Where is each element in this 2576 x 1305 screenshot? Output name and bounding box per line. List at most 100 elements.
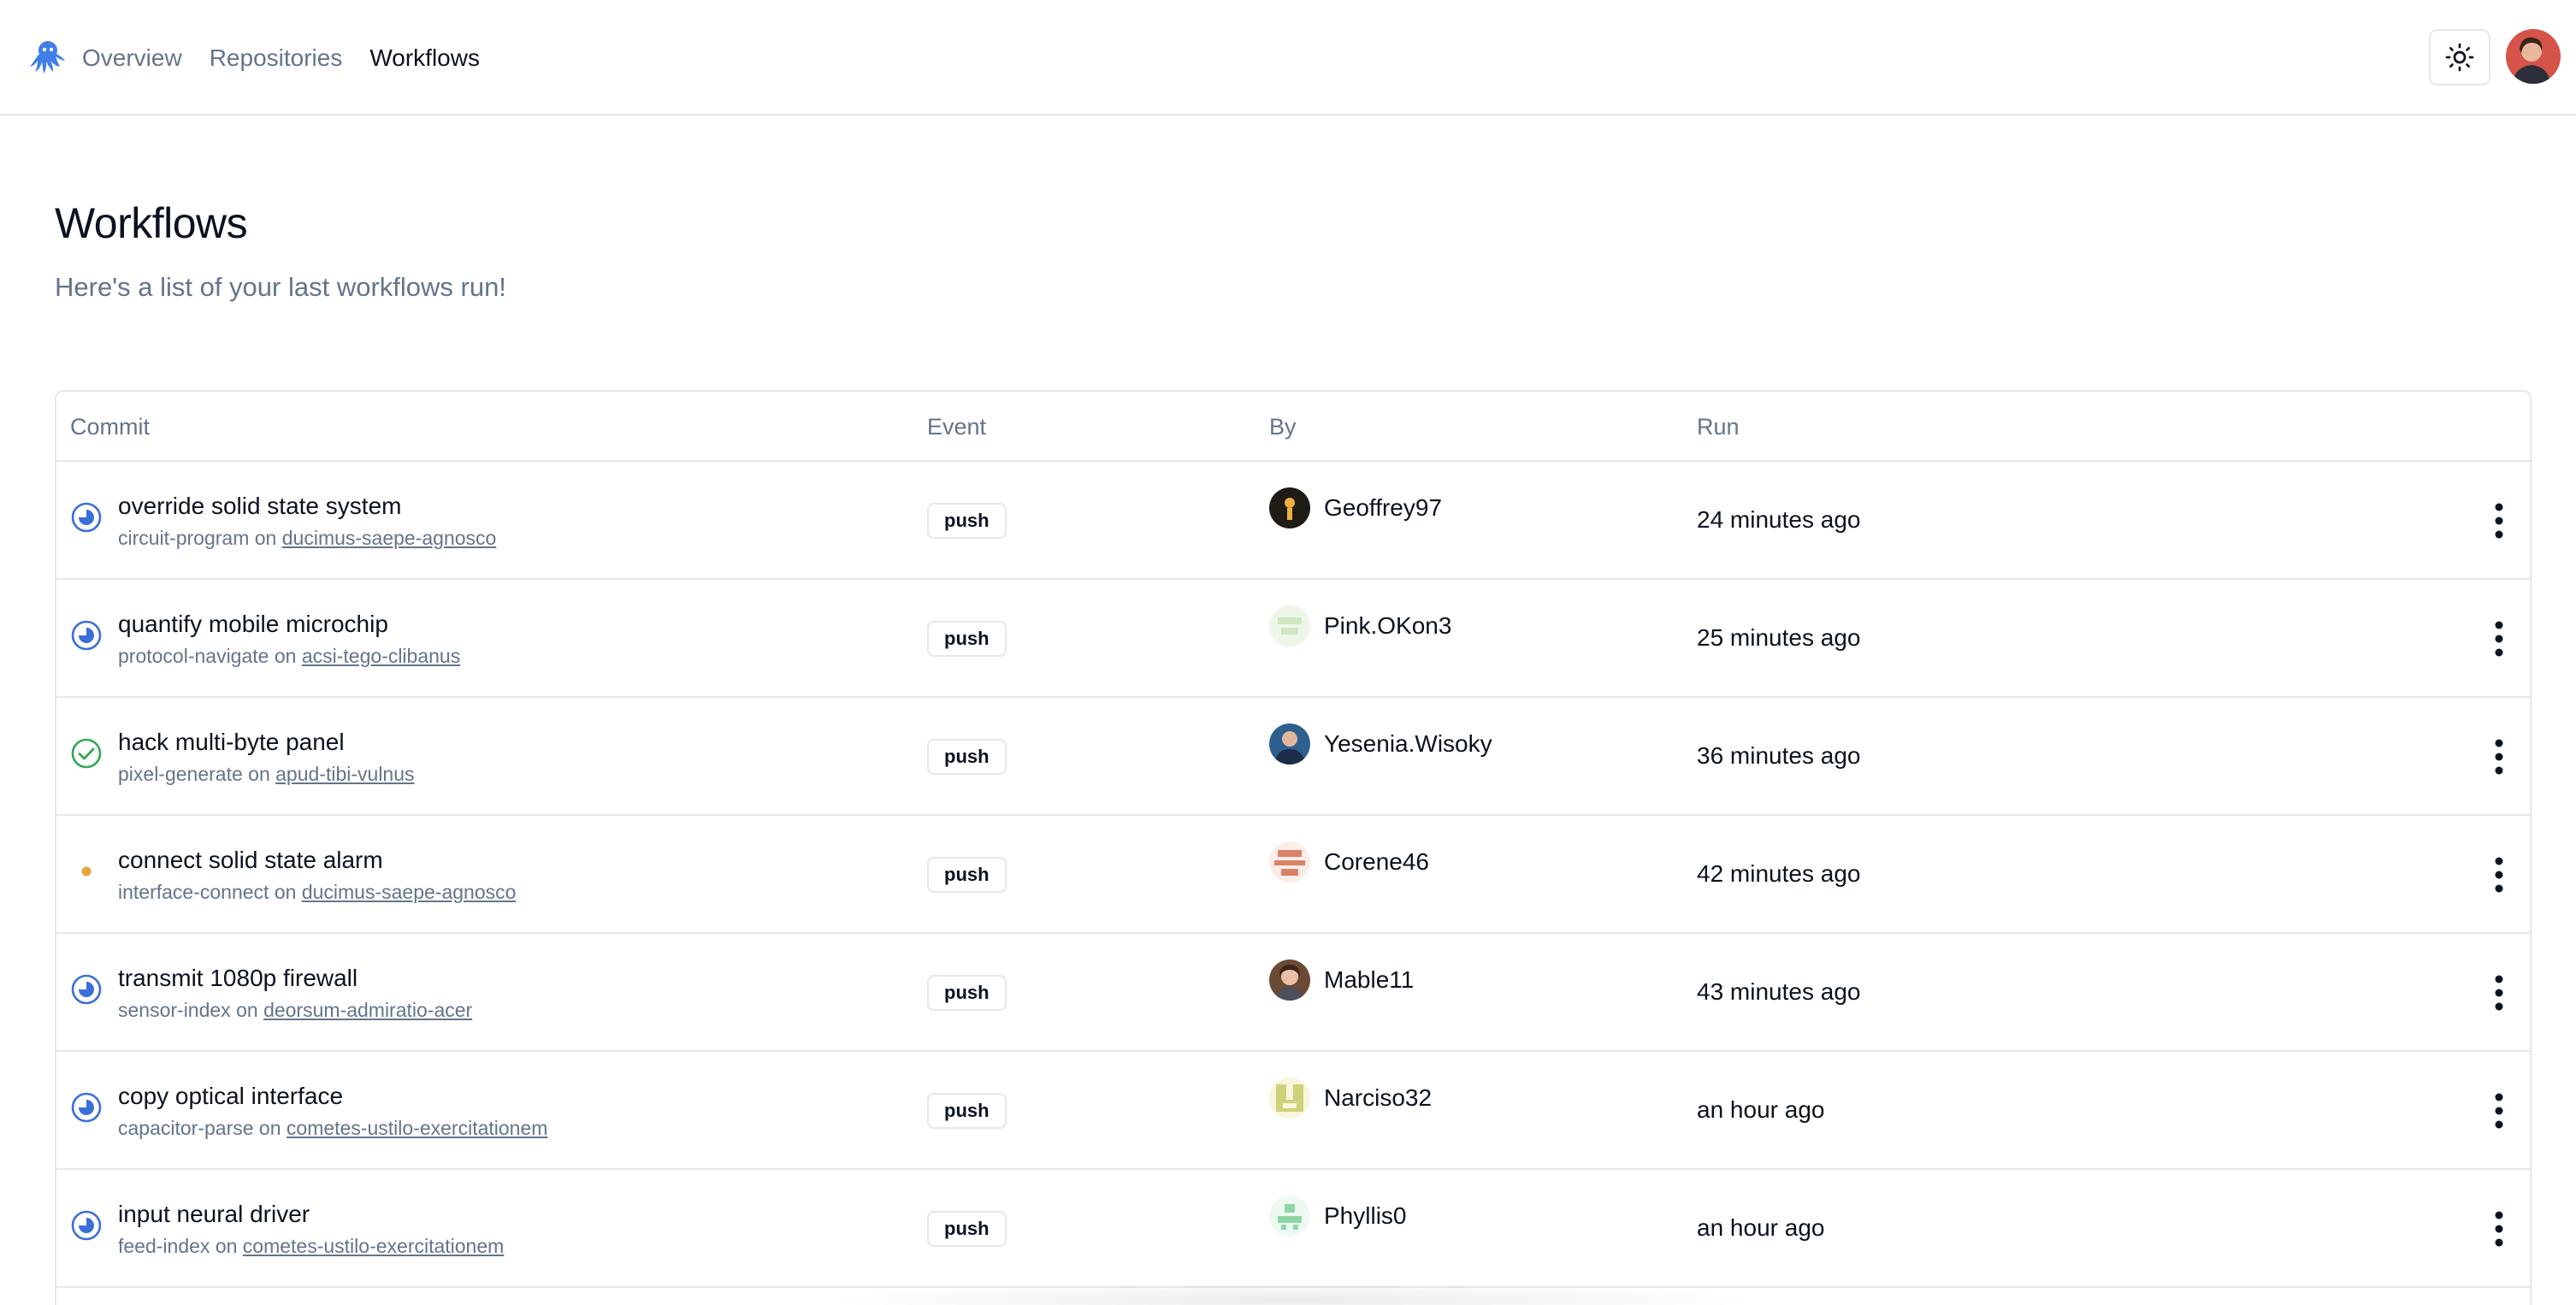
branch-name: protocol-navigate <box>118 645 269 667</box>
author-name: Narciso32 <box>1324 1084 1433 1111</box>
commit-on-label: on <box>274 645 297 667</box>
status-icon <box>70 501 103 534</box>
status-in-progress-icon <box>71 502 102 533</box>
commit-on-label: on <box>248 763 270 785</box>
run-time: 42 minutes ago <box>1697 860 1861 887</box>
user-avatar[interactable] <box>2506 29 2561 84</box>
column-header-by: By <box>1269 414 1297 440</box>
status-queued-icon <box>81 866 92 877</box>
commit-title[interactable]: override solid state system <box>118 493 401 520</box>
commit-on-label: on <box>215 1235 238 1257</box>
table-row[interactable]: connect solid state alarm interface-conn… <box>56 816 2530 934</box>
author-avatar <box>1269 960 1310 1001</box>
author-name: Geoffrey97 <box>1324 494 1443 521</box>
commit-meta: interface-connect on ducimus-saepe-agnos… <box>118 881 516 904</box>
author-avatar <box>1269 1078 1310 1119</box>
commit-title[interactable]: connect solid state alarm <box>118 847 383 874</box>
workflows-table: Commit Event By Run override solid state… <box>55 390 2532 1305</box>
author-avatar <box>1269 605 1310 647</box>
commit-meta: feed-index on cometes-ustilo-exercitatio… <box>118 1235 504 1258</box>
commit-on-label: on <box>254 527 277 549</box>
status-success-icon <box>71 738 102 769</box>
branch-name: circuit-program <box>118 527 250 549</box>
main-nav: Overview Repositories Workflows <box>82 0 480 115</box>
commit-title[interactable]: input neural driver <box>118 1201 310 1228</box>
commit-meta: capacitor-parse on cometes-ustilo-exerci… <box>118 1117 547 1140</box>
status-icon <box>70 973 103 1006</box>
branch-name: feed-index <box>118 1235 210 1257</box>
event-badge: push <box>927 503 1007 539</box>
commit-on-label: on <box>274 881 297 903</box>
commit-title[interactable]: quantify mobile microchip <box>118 611 388 638</box>
author-avatar <box>1269 1196 1310 1237</box>
table-body: override solid state system circuit-prog… <box>56 462 2530 1288</box>
table-row[interactable]: hack multi-byte panel pixel-generate on … <box>56 698 2530 816</box>
branch-name: capacitor-parse <box>118 1117 254 1139</box>
more-vertical-icon <box>2495 857 2503 893</box>
repo-link[interactable]: apud-tibi-vulnus <box>275 763 414 785</box>
row-menu-button[interactable] <box>2482 850 2516 900</box>
table-row[interactable]: copy optical interface capacitor-parse o… <box>56 1052 2530 1170</box>
nav-workflows[interactable]: Workflows <box>369 44 480 72</box>
event-badge: push <box>927 621 1007 657</box>
column-header-event: Event <box>927 414 987 440</box>
status-icon <box>70 855 103 888</box>
repo-link[interactable]: cometes-ustilo-exercitationem <box>287 1117 548 1139</box>
column-header-commit: Commit <box>70 414 150 440</box>
author-avatar <box>1269 487 1310 528</box>
branch-name: sensor-index <box>118 999 231 1021</box>
run-time: 36 minutes ago <box>1697 742 1861 769</box>
repo-link[interactable]: acsi-tego-clibanus <box>302 645 460 667</box>
octopus-logo-icon[interactable] <box>27 38 67 77</box>
run-time: 25 minutes ago <box>1697 624 1861 651</box>
repo-link[interactable]: ducimus-saepe-agnosco <box>302 881 517 903</box>
row-menu-button[interactable] <box>2482 968 2516 1018</box>
row-menu-button[interactable] <box>2482 614 2516 664</box>
status-icon <box>70 619 103 652</box>
commit-title[interactable]: hack multi-byte panel <box>118 729 345 756</box>
run-time: an hour ago <box>1697 1096 1825 1123</box>
repo-link[interactable]: ducimus-saepe-agnosco <box>282 527 497 549</box>
page-subtitle: Here's a list of your last workflows run… <box>55 272 506 302</box>
table-row[interactable]: transmit 1080p firewall sensor-index on … <box>56 934 2530 1052</box>
author-name: Mable11 <box>1324 966 1415 993</box>
repo-link[interactable]: deorsum-admiratio-acer <box>263 999 472 1021</box>
commit-meta: protocol-navigate on acsi-tego-clibanus <box>118 645 460 668</box>
table-header: Commit Event By Run <box>56 392 2530 462</box>
commit-title[interactable]: transmit 1080p firewall <box>118 965 357 992</box>
author-avatar <box>1269 841 1310 883</box>
event-badge: push <box>927 857 1007 893</box>
row-menu-button[interactable] <box>2482 732 2516 782</box>
more-vertical-icon <box>2495 503 2503 539</box>
table-row[interactable]: input neural driver feed-index on comete… <box>56 1170 2530 1288</box>
commit-title[interactable]: copy optical interface <box>118 1083 343 1110</box>
row-menu-button[interactable] <box>2482 1086 2516 1136</box>
row-menu-button[interactable] <box>2482 496 2516 546</box>
status-icon <box>70 1091 103 1124</box>
more-vertical-icon <box>2495 1211 2503 1247</box>
more-vertical-icon <box>2495 621 2503 657</box>
repo-link[interactable]: cometes-ustilo-exercitationem <box>243 1235 505 1257</box>
author-name: Pink.OKon3 <box>1324 612 1452 639</box>
status-icon <box>70 1209 103 1242</box>
more-vertical-icon <box>2495 739 2503 775</box>
sun-icon <box>2445 43 2474 72</box>
author-name: Corene46 <box>1324 848 1429 875</box>
commit-meta: sensor-index on deorsum-admiratio-acer <box>118 999 472 1022</box>
run-time: 43 minutes ago <box>1697 978 1861 1005</box>
status-in-progress-icon <box>71 974 102 1005</box>
theme-toggle-button[interactable] <box>2429 29 2490 86</box>
event-badge: push <box>927 1211 1007 1247</box>
commit-meta: circuit-program on ducimus-saepe-agnosco <box>118 527 496 550</box>
more-vertical-icon <box>2495 1093 2503 1129</box>
nav-repositories[interactable]: Repositories <box>210 44 343 72</box>
nav-overview[interactable]: Overview <box>82 44 182 72</box>
author-name: Phyllis0 <box>1324 1202 1407 1229</box>
more-vertical-icon <box>2495 975 2503 1011</box>
table-row[interactable]: override solid state system circuit-prog… <box>56 462 2530 580</box>
status-icon <box>70 737 103 770</box>
author-avatar <box>1269 723 1310 765</box>
table-row[interactable]: quantify mobile microchip protocol-navig… <box>56 580 2530 698</box>
row-menu-button[interactable] <box>2482 1204 2516 1254</box>
event-badge: push <box>927 739 1007 775</box>
